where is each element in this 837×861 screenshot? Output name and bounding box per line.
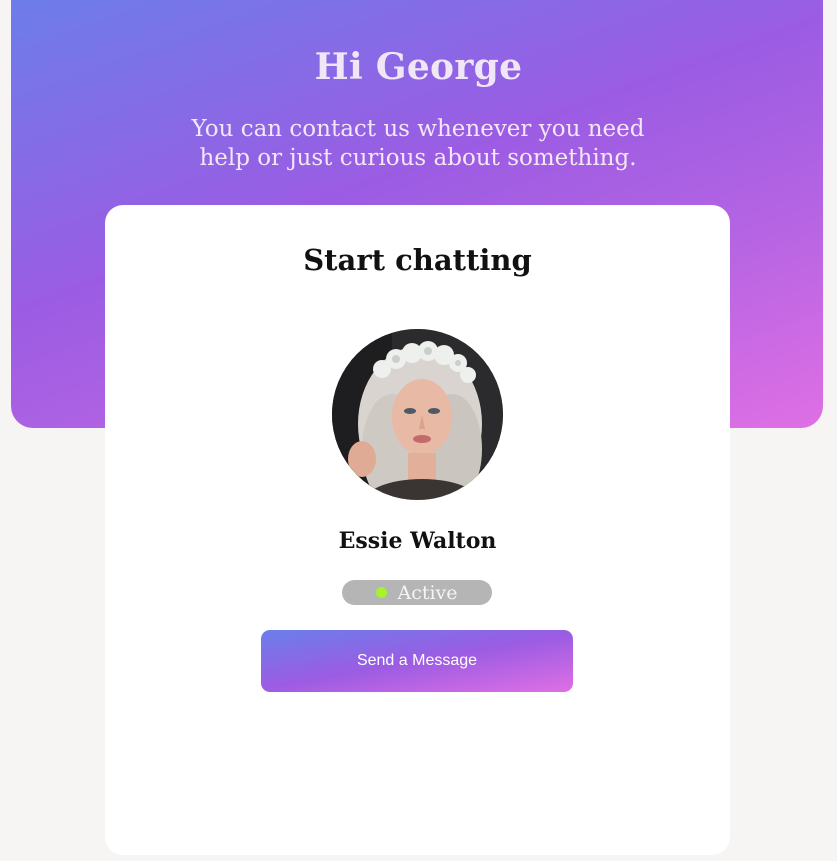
status-label: Active [397,581,458,604]
page: Hi George You can contact us whenever yo… [0,0,837,861]
greeting-subtitle: You can contact us whenever you need hel… [191,116,645,171]
card-title: Start chatting [303,243,532,277]
chat-card: Start chatting Essie Walton Active Send … [105,205,730,855]
contact-name: Essie Walton [338,528,497,554]
avatar [332,329,503,500]
avatar-photo [332,329,503,500]
greeting-heading: Hi George [314,46,523,88]
send-message-button[interactable]: Send a Message [261,630,573,692]
status-dot-icon [376,587,388,598]
status-badge: Active [342,580,492,605]
